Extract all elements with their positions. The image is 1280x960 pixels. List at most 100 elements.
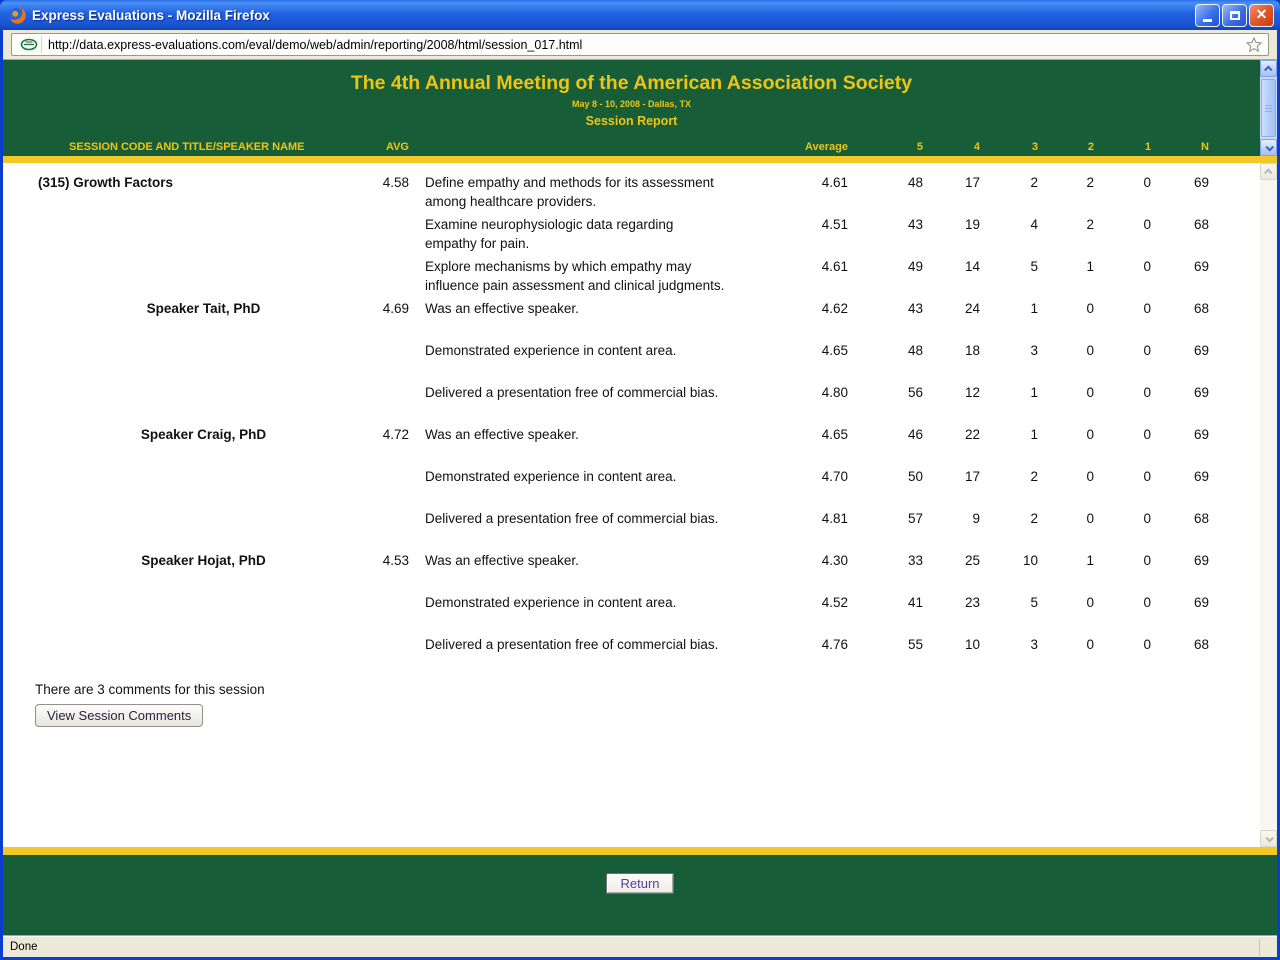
col-n: N	[1151, 141, 1209, 153]
row-average: 4.52	[765, 593, 848, 612]
scroll-down-icon[interactable]	[1260, 139, 1277, 156]
row-count-n: 69	[1151, 425, 1209, 444]
row-count-n: 69	[1151, 383, 1209, 402]
scroll-up-icon[interactable]	[1260, 60, 1277, 77]
row-name: Speaker Craig, PhD	[35, 425, 369, 444]
row-count-3: 2	[980, 467, 1038, 486]
col-average: Average	[765, 141, 848, 153]
row-average: 4.65	[765, 341, 848, 360]
table-row: Demonstrated experience in content area.…	[35, 593, 1260, 635]
row-count-2: 0	[1038, 467, 1094, 486]
row-count-2: 1	[1038, 551, 1094, 570]
row-count-2: 1	[1038, 257, 1094, 276]
url-text[interactable]: http://data.express-evaluations.com/eval…	[48, 38, 1244, 52]
table-row: Explore mechanisms by which empathy may …	[35, 257, 1260, 299]
row-count-4: 22	[923, 425, 980, 444]
row-count-4: 25	[923, 551, 980, 570]
row-count-5: 43	[848, 299, 923, 318]
row-objective: Examine neurophysiologic data regarding …	[425, 215, 765, 253]
row-count-3: 1	[980, 383, 1038, 402]
row-count-5: 43	[848, 215, 923, 234]
row-count-1: 0	[1094, 383, 1151, 402]
scroll-up-icon[interactable]	[1260, 163, 1277, 180]
view-session-comments-button[interactable]: View Session Comments	[35, 704, 203, 727]
meeting-title: The 4th Annual Meeting of the American A…	[3, 72, 1260, 95]
row-objective: Delivered a presentation free of commerc…	[425, 509, 765, 528]
meeting-dates: May 8 - 10, 2008 - Dallas, TX	[3, 99, 1260, 109]
close-button[interactable]: ✕	[1249, 4, 1274, 27]
url-toolbar: http://data.express-evaluations.com/eval…	[3, 30, 1277, 60]
col-2: 2	[1038, 141, 1094, 153]
row-objective: Demonstrated experience in content area.	[425, 467, 765, 486]
content-frame-scrollbar[interactable]	[1260, 163, 1277, 847]
comments-count-text: There are 3 comments for this session	[35, 682, 1277, 697]
col-3: 3	[980, 141, 1038, 153]
row-count-1: 0	[1094, 635, 1151, 654]
row-avg: 4.53	[369, 551, 409, 570]
row-average: 4.81	[765, 509, 848, 528]
row-count-2: 0	[1038, 383, 1094, 402]
scroll-down-icon[interactable]	[1260, 830, 1277, 847]
bookmark-star-icon[interactable]	[1244, 35, 1264, 55]
row-avg: 4.58	[369, 173, 409, 192]
col-5: 5	[848, 141, 923, 153]
row-count-3: 4	[980, 215, 1038, 234]
site-favicon	[16, 36, 42, 53]
row-objective: Delivered a presentation free of commerc…	[425, 383, 765, 402]
report-header-frame: The 4th Annual Meeting of the American A…	[3, 60, 1277, 156]
column-header-row: SESSION CODE AND TITLE/SPEAKER NAME AVG …	[3, 141, 1260, 153]
col-avg: AVG	[369, 141, 409, 153]
row-count-4: 17	[923, 467, 980, 486]
row-count-1: 0	[1094, 299, 1151, 318]
row-count-n: 69	[1151, 173, 1209, 192]
row-count-5: 48	[848, 341, 923, 360]
resize-grip[interactable]	[1259, 939, 1277, 956]
row-count-4: 19	[923, 215, 980, 234]
titlebar[interactable]: Express Evaluations - Mozilla Firefox ✕	[0, 0, 1280, 30]
row-objective: Explore mechanisms by which empathy may …	[425, 257, 765, 295]
row-count-1: 0	[1094, 257, 1151, 276]
row-count-4: 17	[923, 173, 980, 192]
row-count-5: 57	[848, 509, 923, 528]
browser-window: Express Evaluations - Mozilla Firefox ✕ …	[0, 0, 1280, 960]
gold-divider-bottom	[3, 847, 1277, 855]
maximize-button[interactable]	[1222, 4, 1247, 27]
row-count-1: 0	[1094, 467, 1151, 486]
row-count-3: 3	[980, 341, 1038, 360]
window-title: Express Evaluations - Mozilla Firefox	[32, 8, 1195, 23]
minimize-button[interactable]	[1195, 4, 1220, 27]
row-name: Speaker Tait, PhD	[35, 299, 369, 318]
footer-frame: Return	[3, 855, 1277, 936]
header-frame-scrollbar[interactable]	[1260, 60, 1277, 156]
table-row: Delivered a presentation free of commerc…	[35, 383, 1260, 425]
row-count-3: 2	[980, 173, 1038, 192]
row-average: 4.76	[765, 635, 848, 654]
report-content-frame: (315) Growth Factors 4.58 Define empathy…	[3, 163, 1277, 847]
row-average: 4.61	[765, 257, 848, 276]
row-count-1: 0	[1094, 509, 1151, 528]
row-count-n: 68	[1151, 509, 1209, 528]
row-count-4: 12	[923, 383, 980, 402]
row-count-5: 50	[848, 467, 923, 486]
row-count-n: 68	[1151, 215, 1209, 234]
row-count-3: 10	[980, 551, 1038, 570]
row-count-3: 1	[980, 425, 1038, 444]
row-count-n: 68	[1151, 635, 1209, 654]
row-count-3: 5	[980, 257, 1038, 276]
row-count-5: 46	[848, 425, 923, 444]
location-bar[interactable]: http://data.express-evaluations.com/eval…	[11, 33, 1269, 56]
table-row: Speaker Tait, PhD 4.69 Was an effective …	[35, 299, 1260, 341]
row-count-4: 23	[923, 593, 980, 612]
row-count-1: 0	[1094, 173, 1151, 192]
row-average: 4.65	[765, 425, 848, 444]
row-name: (315) Growth Factors	[35, 173, 369, 192]
table-row: Delivered a presentation free of commerc…	[35, 635, 1260, 677]
status-bar: Done	[3, 936, 1277, 957]
row-count-4: 24	[923, 299, 980, 318]
row-count-4: 10	[923, 635, 980, 654]
table-row: Demonstrated experience in content area.…	[35, 467, 1260, 509]
return-button[interactable]: Return	[606, 873, 673, 894]
row-count-n: 69	[1151, 593, 1209, 612]
scrollbar-thumb[interactable]	[1261, 79, 1276, 137]
row-count-2: 0	[1038, 425, 1094, 444]
